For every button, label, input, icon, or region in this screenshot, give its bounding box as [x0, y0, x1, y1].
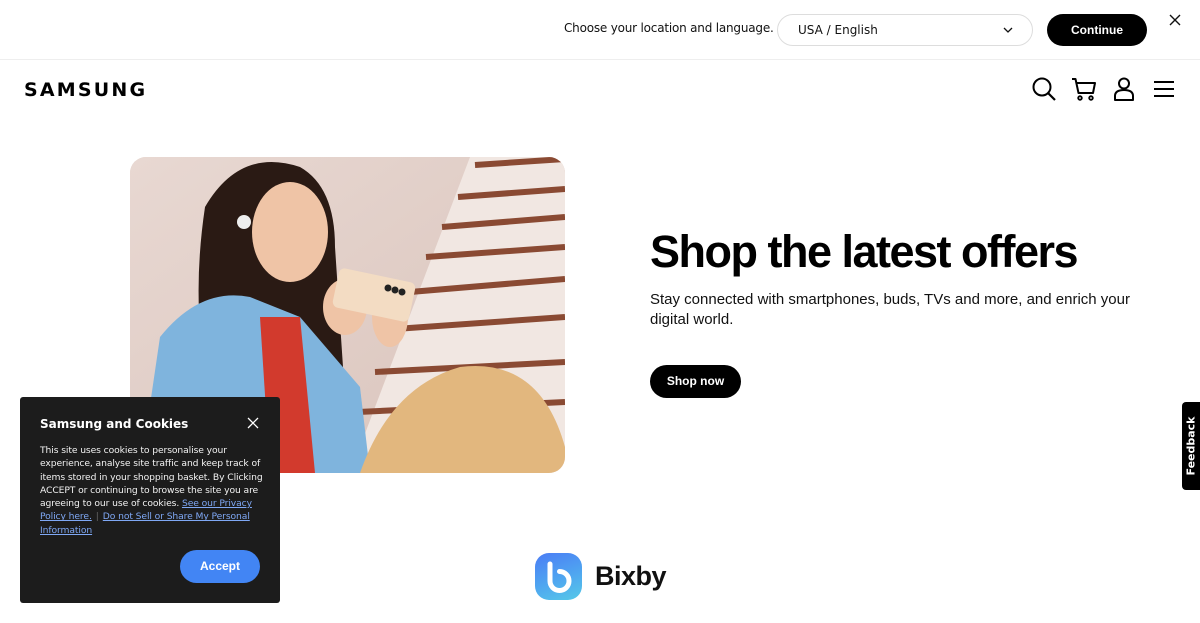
- shop-now-button[interactable]: Shop now: [650, 365, 741, 398]
- cookie-body: This site uses cookies to personalise yo…: [40, 444, 265, 537]
- location-select[interactable]: USA / English: [777, 14, 1033, 46]
- feedback-tab[interactable]: Feedback: [1182, 402, 1200, 490]
- site-header: SAMSUNG: [0, 61, 1200, 117]
- bixby-label: Bixby: [595, 561, 667, 591]
- continue-button[interactable]: Continue: [1047, 14, 1147, 46]
- search-icon[interactable]: [1031, 76, 1057, 102]
- bixby-b-icon: [547, 561, 572, 593]
- menu-icon[interactable]: [1151, 76, 1177, 102]
- bixby-logo-icon: [535, 553, 582, 600]
- chevron-down-icon: [1003, 27, 1013, 33]
- accept-button[interactable]: Accept: [180, 550, 260, 583]
- samsung-logo[interactable]: SAMSUNG: [24, 79, 147, 101]
- location-prompt: Choose your location and language.: [564, 21, 774, 35]
- close-icon[interactable]: [247, 417, 259, 429]
- cookie-banner: Samsung and Cookies This site uses cooki…: [20, 397, 280, 603]
- location-bar: Choose your location and language. USA /…: [0, 0, 1200, 60]
- cart-icon[interactable]: [1071, 76, 1097, 102]
- close-icon[interactable]: [1168, 13, 1182, 27]
- feedback-label: Feedback: [1184, 416, 1198, 476]
- cookie-title: Samsung and Cookies: [40, 417, 189, 431]
- location-select-value: USA / English: [798, 23, 878, 37]
- hero-title: Shop the latest offers: [650, 226, 1079, 277]
- link-separator: |: [95, 511, 99, 523]
- hero-subtitle: Stay connected with smartphones, buds, T…: [650, 291, 1130, 328]
- user-icon[interactable]: [1111, 76, 1137, 102]
